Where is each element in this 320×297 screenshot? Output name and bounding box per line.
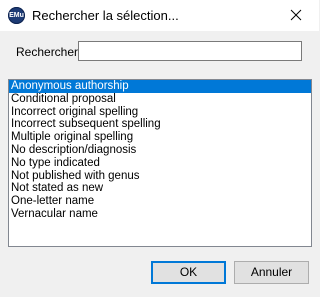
list-item[interactable]: Multiple original spelling	[9, 131, 311, 144]
ok-button[interactable]: OK	[151, 261, 226, 284]
window-title: Rechercher la sélection...	[32, 8, 179, 23]
search-label: Rechercher :	[16, 45, 85, 59]
list-item[interactable]: Anonymous authorship	[9, 80, 311, 93]
cancel-button[interactable]: Annuler	[234, 261, 309, 284]
search-input[interactable]	[78, 41, 302, 61]
list-item[interactable]: Incorrect subsequent spelling	[9, 118, 311, 131]
list-item[interactable]: One-letter name	[9, 195, 311, 208]
list-item[interactable]: Incorrect original spelling	[9, 106, 311, 119]
options-listbox[interactable]: Anonymous authorship Conditional proposal…	[8, 79, 312, 247]
list-item[interactable]: No type indicated	[9, 157, 311, 170]
list-item[interactable]: Conditional proposal	[9, 93, 311, 106]
list-item[interactable]: Not stated as new	[9, 182, 311, 195]
close-button[interactable]	[273, 0, 319, 31]
close-icon	[290, 9, 302, 21]
list-item[interactable]: Vernacular name	[9, 208, 311, 221]
title-bar: EMu Rechercher la sélection...	[0, 0, 319, 31]
list-item[interactable]: Not published with genus	[9, 170, 311, 183]
search-selection-dialog: EMu Rechercher la sélection... Recherche…	[0, 0, 319, 297]
emu-app-icon: EMu	[8, 7, 25, 24]
list-item[interactable]: No description/diagnosis	[9, 144, 311, 157]
